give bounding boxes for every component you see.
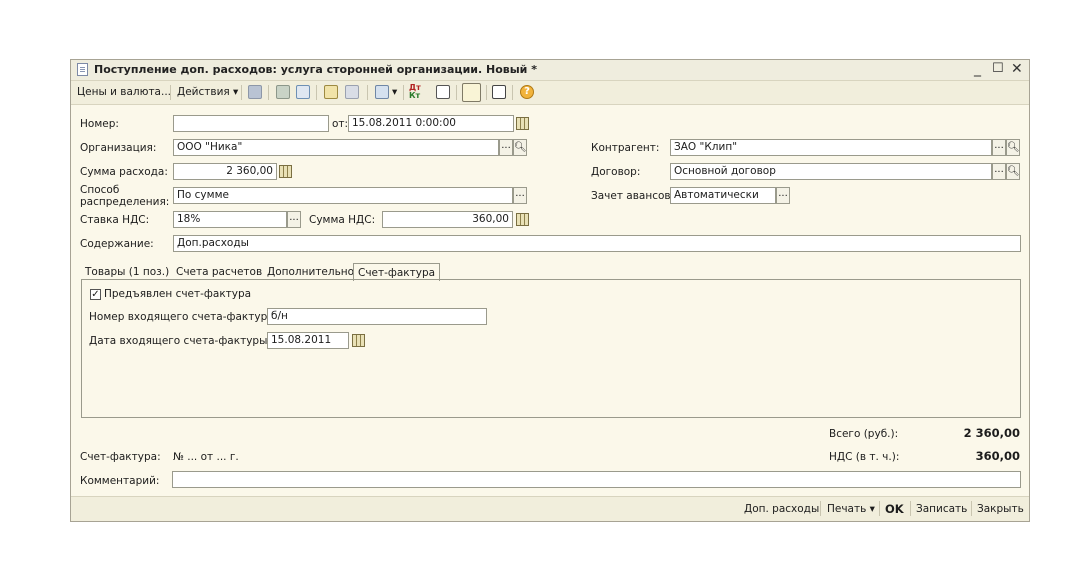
copy-icon[interactable] xyxy=(276,85,290,99)
contractor-select-button[interactable]: ... xyxy=(992,139,1006,156)
structure-icon[interactable] xyxy=(436,85,450,99)
button-separator xyxy=(820,501,821,516)
expense-sum-input[interactable]: 2 360,00 xyxy=(173,163,277,180)
incoming-invoice-date-label: Дата входящего счета-фактуры: xyxy=(89,335,271,347)
contract-search-icon[interactable]: 🔍︎ xyxy=(1006,163,1020,180)
based-on-icon[interactable] xyxy=(375,85,389,99)
total-value: 2 360,00 xyxy=(963,426,1020,440)
contractor-label: Контрагент: xyxy=(591,142,660,154)
close-button[interactable]: Закрыть xyxy=(977,503,1024,515)
expense-sum-label: Сумма расхода: xyxy=(80,166,168,178)
vat-included-value: 360,00 xyxy=(975,449,1020,463)
toolbar: Цены и валюта... Действия ▾ ▾ Дт Кт ? xyxy=(71,81,1029,105)
based-on-dropdown[interactable]: ▾ xyxy=(392,86,397,98)
contract-input[interactable]: Основной договор xyxy=(670,163,992,180)
prices-currency-button[interactable]: Цены и валюта... xyxy=(77,86,171,98)
vat-included-label: НДС (в т. ч.): xyxy=(829,451,900,463)
contract-select-button[interactable]: ... xyxy=(992,163,1006,180)
invoice-label: Счет-фактура: xyxy=(80,451,161,463)
maximize-button[interactable]: ☐ xyxy=(992,61,1004,76)
button-separator xyxy=(971,501,972,516)
button-separator xyxy=(910,501,911,516)
title-bar: Поступление доп. расходов: услуга сторон… xyxy=(71,60,1029,81)
contractor-search-icon[interactable]: 🔍︎ xyxy=(1006,139,1020,156)
toolbar-separator xyxy=(512,85,513,100)
invoice-presented-label: Предъявлен счет-фактура xyxy=(104,288,252,300)
calculator-icon[interactable] xyxy=(279,165,292,178)
date-input[interactable]: 15.08.2011 0:00:00 xyxy=(348,115,514,132)
contract-label: Договор: xyxy=(591,166,641,178)
vat-rate-input[interactable]: 18% xyxy=(173,211,287,228)
total-label: Всего (руб.): xyxy=(829,428,899,440)
advance-offset-label: Зачет авансов: xyxy=(591,190,675,202)
vat-sum-label: Сумма НДС: xyxy=(309,214,376,226)
contractor-input[interactable]: ЗАО "Клип" xyxy=(670,139,992,156)
fill-icon[interactable] xyxy=(324,85,338,99)
calendar-icon[interactable] xyxy=(352,334,365,347)
save-button[interactable]: Записать xyxy=(916,503,967,515)
toolbar-separator xyxy=(268,85,269,100)
vat-rate-label: Ставка НДС: xyxy=(80,214,150,226)
calculator-icon[interactable] xyxy=(516,213,529,226)
content-label: Содержание: xyxy=(80,238,154,250)
button-separator xyxy=(879,501,880,516)
ok-button[interactable]: OK xyxy=(885,502,904,516)
organization-label: Организация: xyxy=(80,142,157,154)
invoice-tab-panel: ✓ Предъявлен счет-фактура Номер входящег… xyxy=(81,279,1021,418)
comment-input[interactable] xyxy=(172,471,1021,488)
toolbar-separator xyxy=(241,85,242,100)
list-view-icon[interactable] xyxy=(492,85,506,99)
content-input[interactable]: Доп.расходы xyxy=(173,235,1021,252)
invoice-presented-checkbox[interactable]: ✓ xyxy=(90,289,101,300)
unpost-icon[interactable] xyxy=(345,85,359,99)
toolbar-separator xyxy=(170,85,171,100)
vat-sum-input[interactable]: 360,00 xyxy=(382,211,513,228)
tax-accounting-icon[interactable] xyxy=(462,83,481,102)
distribution-method-input[interactable]: По сумме xyxy=(173,187,513,204)
toolbar-separator xyxy=(486,85,487,100)
number-input[interactable] xyxy=(173,115,329,132)
distribution-method-label: Способ распределения: xyxy=(80,184,170,208)
print-menu-button[interactable]: Печать ▾ xyxy=(827,503,875,515)
organization-input[interactable]: ООО "Ника" xyxy=(173,139,499,156)
advance-offset-select-button[interactable]: ... xyxy=(776,187,790,204)
calendar-icon[interactable] xyxy=(516,117,529,130)
toolbar-separator xyxy=(403,85,404,100)
actions-label: Действия xyxy=(177,86,230,98)
toolbar-separator xyxy=(316,85,317,100)
organization-search-icon[interactable]: 🔍︎ xyxy=(513,139,527,156)
vat-rate-select-button[interactable]: ... xyxy=(287,211,301,228)
post-icon[interactable] xyxy=(248,85,262,99)
document-icon xyxy=(77,63,88,76)
date-label: от: xyxy=(332,118,349,130)
bottom-button-bar: Доп. расходы Печать ▾ OK Записать Закрыт… xyxy=(71,496,1029,521)
refresh-icon[interactable] xyxy=(296,85,310,99)
debit-credit-icon[interactable]: Дт Кт xyxy=(409,84,421,100)
document-window: Поступление доп. расходов: услуга сторон… xyxy=(70,59,1030,522)
distribution-method-select-button[interactable]: ... xyxy=(513,187,527,204)
invoice-link[interactable]: № ... от ... г. xyxy=(173,451,239,463)
number-label: Номер: xyxy=(80,118,119,130)
incoming-invoice-date-input[interactable]: 15.08.2011 xyxy=(267,332,349,349)
incoming-invoice-number-input[interactable]: б/н xyxy=(267,308,487,325)
advance-offset-input[interactable]: Автоматически xyxy=(670,187,776,204)
organization-select-button[interactable]: ... xyxy=(499,139,513,156)
window-title: Поступление доп. расходов: услуга сторон… xyxy=(94,63,537,76)
comment-label: Комментарий: xyxy=(80,475,160,487)
actions-menu-button[interactable]: Действия ▾ xyxy=(177,86,238,98)
close-window-button[interactable]: ✕ xyxy=(1011,61,1023,77)
minimize-button[interactable]: _ xyxy=(974,61,981,77)
toolbar-separator xyxy=(456,85,457,100)
toolbar-separator xyxy=(367,85,368,100)
incoming-invoice-number-label: Номер входящего счета-фактуры: xyxy=(89,311,280,323)
add-expenses-button[interactable]: Доп. расходы xyxy=(744,503,819,515)
help-icon[interactable]: ? xyxy=(520,85,534,99)
print-label: Печать xyxy=(827,503,867,515)
